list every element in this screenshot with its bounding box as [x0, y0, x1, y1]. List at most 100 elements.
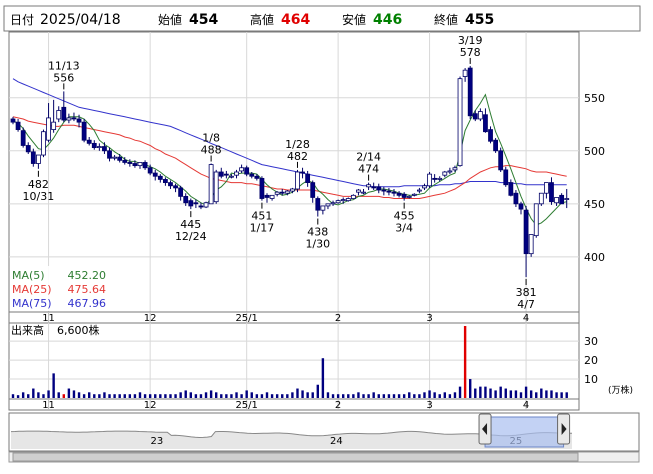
- candle-body: [391, 191, 397, 194]
- annotation-price: 474: [358, 163, 379, 176]
- candle-body: [498, 150, 504, 171]
- navigator-selection-window: [484, 416, 565, 448]
- close-label: 終値: [434, 12, 458, 27]
- candle-body: [325, 203, 331, 207]
- candle-body: [533, 203, 539, 237]
- volume-bar: [448, 394, 452, 398]
- volume-bar: [458, 386, 462, 398]
- volume-bar: [438, 394, 441, 398]
- volume-bar: [413, 394, 416, 398]
- candle-body: [244, 167, 250, 175]
- volume-bar: [372, 392, 375, 398]
- candle-body: [193, 202, 199, 205]
- volume-bar: [98, 394, 101, 398]
- volume-bar: [352, 394, 355, 398]
- candle-body: [142, 162, 148, 169]
- volume-bar: [509, 390, 513, 398]
- candle-body: [71, 117, 77, 120]
- volume-bar: [560, 392, 563, 398]
- candle-body: [295, 171, 300, 190]
- annotation-price: 488: [201, 144, 222, 157]
- volume-bar: [316, 384, 319, 398]
- candle-body: [528, 234, 534, 255]
- volume-bar: [27, 394, 30, 398]
- volume-value: 6,600株: [57, 323, 100, 337]
- candle-body: [208, 164, 214, 205]
- candle-body: [386, 190, 392, 193]
- volume-bar: [245, 390, 248, 398]
- volume-bar: [270, 394, 274, 398]
- candle-body: [447, 170, 453, 173]
- volume-bar: [428, 390, 431, 398]
- candle-body: [284, 190, 290, 194]
- volume-tick-label: 30: [584, 335, 598, 348]
- navigator-scrollbar-thumb[interactable]: [12, 452, 579, 462]
- candle-body: [223, 173, 229, 176]
- volume-bar: [148, 394, 152, 398]
- candle-body: [406, 195, 412, 198]
- candle-body: [488, 129, 493, 142]
- volume-bar: [225, 394, 228, 398]
- volume-bar: [296, 388, 299, 398]
- stock-chart-widget: 日付 2025/04/18 始値 454 高値 464 安値 446 終値 45…: [0, 0, 653, 470]
- volume-bar: [93, 394, 96, 398]
- candle-body: [137, 162, 143, 167]
- navigator-year-label: 23: [150, 436, 163, 447]
- volume-bar: [250, 392, 253, 398]
- candle-body: [162, 179, 168, 184]
- candle-body: [320, 205, 326, 211]
- volume-bar: [255, 394, 259, 398]
- volume-tick-label: 10: [584, 373, 598, 386]
- candle-body: [132, 163, 138, 167]
- volume-bar: [423, 392, 426, 398]
- candle-body: [10, 118, 16, 123]
- volume-bar: [291, 392, 294, 398]
- candle-body: [152, 172, 158, 177]
- volume-bar: [123, 394, 126, 398]
- volume-bar: [169, 394, 172, 398]
- candle-body: [457, 78, 463, 167]
- candle-body: [289, 188, 295, 192]
- volume-bar: [565, 392, 568, 398]
- volume-bar: [11, 394, 15, 398]
- candle-body: [452, 167, 458, 171]
- volume-bar: [240, 394, 243, 398]
- volume-bar: [189, 392, 192, 398]
- candle-body: [300, 171, 305, 174]
- xaxis-month-label: 3: [426, 400, 432, 411]
- candle-body: [188, 200, 194, 207]
- open-label: 始値: [158, 12, 182, 27]
- candle-body: [564, 198, 570, 200]
- volume-bar: [32, 388, 35, 398]
- candle-body: [416, 189, 422, 192]
- candle-body: [513, 192, 519, 205]
- volume-bar: [514, 390, 518, 398]
- volume-bar: [336, 394, 340, 398]
- xaxis-month-label: 25/1: [235, 313, 257, 324]
- candle-body: [467, 67, 473, 117]
- volume-bar: [179, 392, 182, 398]
- candle-body: [310, 182, 316, 198]
- volume-axis-labels: 10 20 30: [584, 335, 598, 386]
- candle-body: [112, 156, 117, 159]
- candle-body: [30, 151, 36, 164]
- candle-body: [401, 193, 407, 198]
- volume-bar: [367, 394, 370, 398]
- candle-body: [249, 173, 255, 177]
- candle-body: [503, 169, 509, 186]
- navigator-year-label: 24: [330, 436, 343, 447]
- candle-body: [554, 197, 559, 204]
- candle-body: [229, 175, 234, 178]
- volume-xaxis-row: [8, 398, 580, 411]
- volume-bar: [67, 388, 71, 398]
- candle-body: [66, 117, 72, 121]
- candle-body: [518, 203, 524, 210]
- candle-body: [76, 118, 82, 123]
- volume-bar: [555, 392, 558, 398]
- ma5-name: MA(5): [12, 269, 45, 282]
- candle-body: [46, 117, 51, 141]
- candle-body: [218, 171, 224, 177]
- volume-bar: [443, 392, 446, 398]
- volume-bar: [494, 390, 497, 398]
- date-label: 日付: [10, 13, 34, 27]
